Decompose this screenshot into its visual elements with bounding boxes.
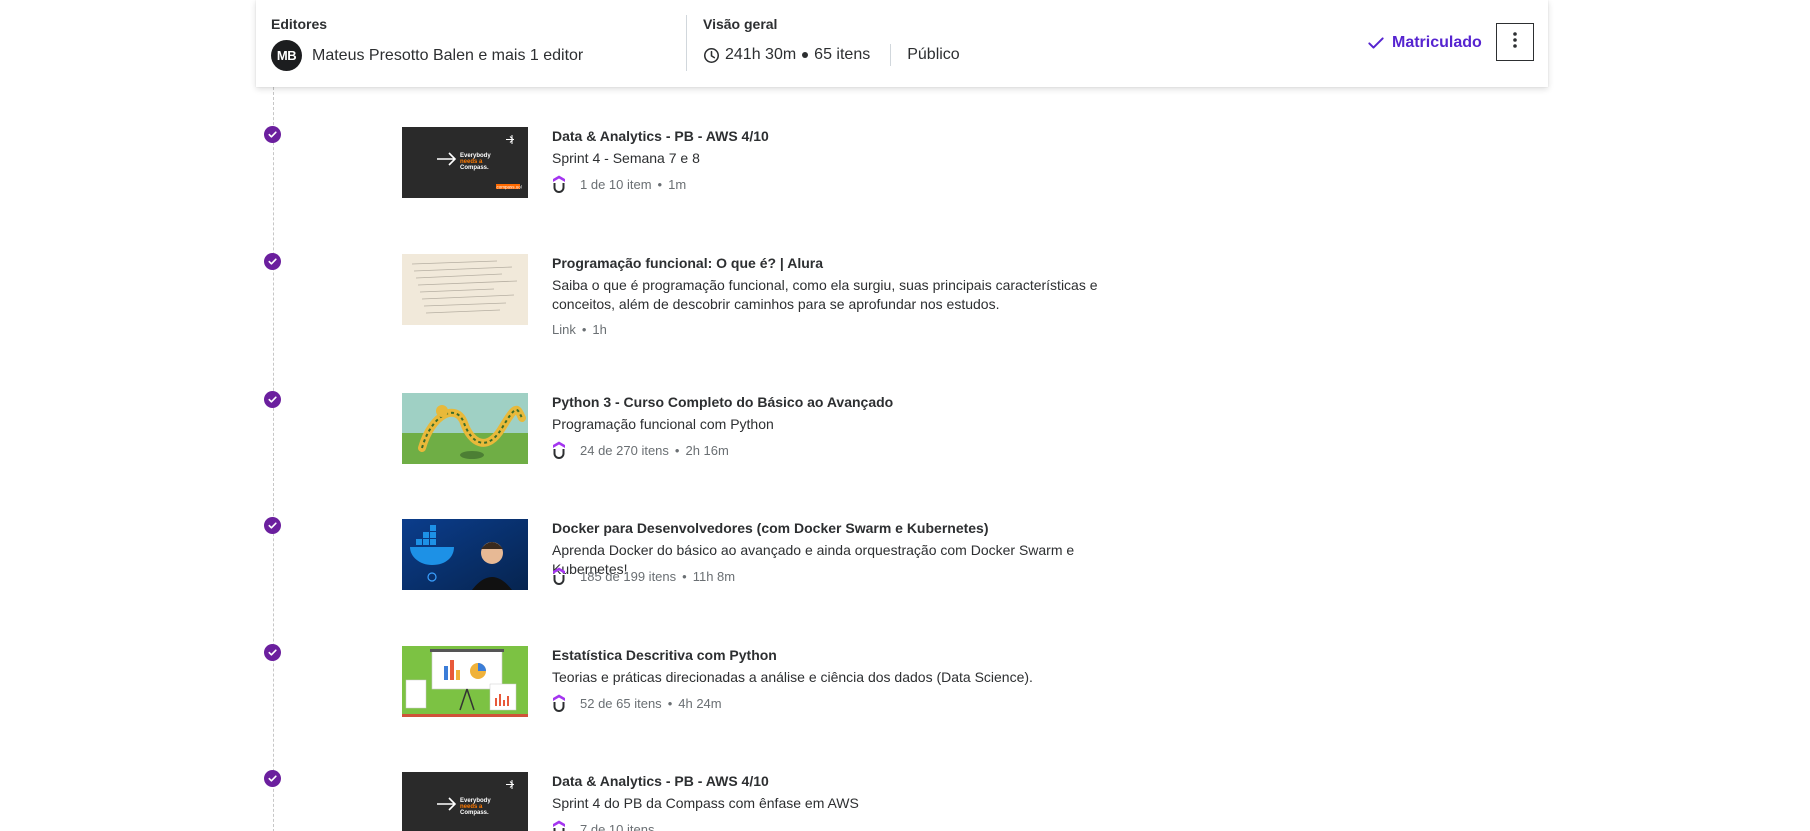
- udemy-icon: [552, 175, 566, 193]
- item-progress: 1 de 10 item: [580, 176, 652, 192]
- enrolled-button[interactable]: Matriculado: [1366, 33, 1482, 53]
- item-meta: 1 de 10 item • 1m: [552, 175, 686, 193]
- item-meta: Link • 1h: [552, 322, 607, 337]
- udemy-icon: [552, 694, 566, 712]
- learning-path-page: Editores MB Mateus Presotto Balen e mais…: [0, 0, 1810, 831]
- list-item: Everybody needs a Compass. Data & Analyt…: [402, 772, 1402, 831]
- clock-icon: [703, 47, 720, 64]
- list-item: Python 3 - Curso Completo do Básico ao A…: [402, 393, 1402, 465]
- item-progress: 7 de 10 itens: [580, 821, 655, 831]
- udemy-icon: [552, 820, 566, 831]
- header-divider: [686, 15, 687, 71]
- list-item: Docker para Desenvolvedores (com Docker …: [402, 519, 1402, 591]
- thumb-line-3: Compass.: [460, 165, 489, 171]
- separator-dot: [802, 52, 809, 58]
- item-title[interactable]: Python 3 - Curso Completo do Básico ao A…: [552, 394, 893, 410]
- thumb-brand: compass.uol: [497, 184, 522, 189]
- check-circle-icon: [264, 253, 281, 270]
- course-thumbnail[interactable]: [402, 519, 528, 590]
- path-info-header: Editores MB Mateus Presotto Balen e mais…: [256, 0, 1548, 87]
- item-title[interactable]: Estatística Descritiva com Python: [552, 647, 777, 663]
- list-item: Programação funcional: O que é? | Alura …: [402, 254, 1402, 337]
- item-type: Link: [552, 322, 576, 337]
- check-circle-icon: [264, 517, 281, 534]
- item-title[interactable]: Programação funcional: O que é? | Alura: [552, 255, 823, 271]
- check-circle-icon: [264, 770, 281, 787]
- editors-heading: Editores: [271, 16, 328, 32]
- course-thumbnail[interactable]: [402, 646, 528, 717]
- item-meta: 24 de 270 itens • 2h 16m: [552, 441, 729, 459]
- overview-stats: 241h 30m 65 itens Público: [703, 44, 960, 66]
- course-thumbnail[interactable]: [402, 393, 528, 464]
- editors-list[interactable]: Mateus Presotto Balen e mais 1 editor: [312, 47, 583, 65]
- thumb-line-3: Compass.: [460, 810, 489, 816]
- item-title[interactable]: Docker para Desenvolvedores (com Docker …: [552, 520, 989, 536]
- timeline-line: [273, 87, 274, 831]
- item-title[interactable]: Data & Analytics - PB - AWS 4/10: [552, 773, 769, 789]
- vertical-ellipsis-icon: [1513, 31, 1517, 53]
- visibility-status: Público: [907, 46, 960, 63]
- course-thumbnail[interactable]: compass.uol Everybody needs a Compass.: [402, 127, 528, 198]
- item-duration: 1m: [668, 176, 687, 192]
- check-icon: [1366, 33, 1386, 53]
- item-duration: 2h 16m: [685, 442, 729, 458]
- more-options-button[interactable]: [1496, 23, 1534, 61]
- item-duration: 4h 24m: [678, 695, 722, 711]
- list-item: Estatística Descritiva com Python Teoria…: [402, 646, 1402, 718]
- udemy-icon: [552, 441, 566, 459]
- avatar[interactable]: MB: [271, 40, 302, 71]
- course-thumbnail[interactable]: Everybody needs a Compass.: [402, 772, 528, 831]
- total-duration: 241h 30m: [725, 46, 797, 63]
- item-title[interactable]: Data & Analytics - PB - AWS 4/10: [552, 128, 769, 144]
- check-circle-icon: [264, 391, 281, 408]
- item-duration: 1h: [592, 322, 607, 337]
- list-item: compass.uol Everybody needs a Compass. D…: [402, 127, 1402, 199]
- item-description: Saiba o que é programação funcional, com…: [552, 277, 1098, 312]
- course-thumbnail[interactable]: [402, 254, 528, 325]
- item-meta: 52 de 65 itens • 4h 24m: [552, 694, 722, 712]
- item-progress: 24 de 270 itens: [580, 442, 669, 458]
- item-meta: 185 de 199 itens • 11h 8m: [552, 567, 735, 585]
- check-circle-icon: [264, 126, 281, 143]
- udemy-icon: [552, 567, 566, 585]
- item-meta: 7 de 10 itens: [552, 820, 654, 831]
- item-description: Sprint 4 - Semana 7 e 8: [552, 150, 700, 166]
- item-duration: 11h 8m: [692, 568, 736, 584]
- items-count: 65 itens: [814, 46, 871, 63]
- item-progress: 52 de 65 itens: [580, 695, 662, 711]
- item-description: Sprint 4 do PB da Compass com ênfase em …: [552, 795, 859, 811]
- item-description: Programação funcional com Python: [552, 416, 774, 432]
- overview-heading: Visão geral: [703, 16, 778, 32]
- item-progress: 185 de 199 itens: [580, 568, 677, 584]
- overview-divider: [890, 44, 892, 66]
- item-description: Teorias e práticas direcionadas a anális…: [552, 669, 1033, 685]
- check-circle-icon: [264, 644, 281, 661]
- enrolled-label: Matriculado: [1392, 34, 1482, 51]
